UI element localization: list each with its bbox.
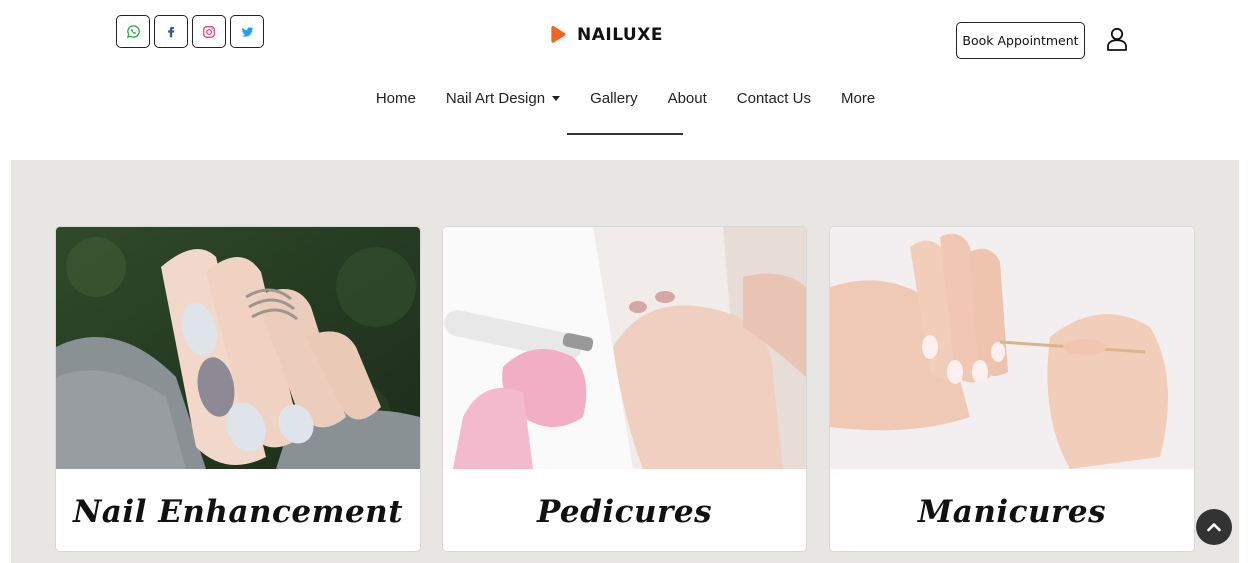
twitter-link[interactable] (230, 15, 264, 48)
instagram-icon (203, 25, 215, 38)
nav-home[interactable]: Home (376, 90, 416, 107)
nail-enhancement-photo (56, 227, 420, 469)
nav-active-indicator (567, 133, 683, 135)
facebook-icon (168, 26, 175, 38)
caret-down-icon (552, 96, 561, 101)
brand-name: NAILUXE (577, 25, 663, 45)
play-logo-icon (551, 25, 566, 43)
pedicures-photo (443, 227, 806, 469)
instagram-link[interactable] (192, 15, 226, 48)
whatsapp-icon (126, 25, 140, 39)
nav-about[interactable]: About (668, 90, 707, 107)
chevron-up-icon (1207, 523, 1221, 532)
nav-nail-art-design[interactable]: Nail Art Design (445, 90, 561, 107)
service-title: Pedicures (536, 494, 713, 530)
social-links (116, 15, 264, 48)
service-card-nail-enhancement[interactable]: Nail Enhancement (56, 227, 420, 551)
nav-gallery[interactable]: Gallery (590, 90, 638, 107)
service-card-manicures[interactable]: Manicures (830, 227, 1194, 551)
service-title: Nail Enhancement (72, 494, 404, 530)
whatsapp-link[interactable] (116, 15, 150, 48)
manicures-photo (830, 227, 1194, 469)
service-title: Manicures (917, 494, 1107, 530)
book-appointment-button[interactable]: Book Appointment (956, 22, 1085, 59)
nav-contact-us[interactable]: Contact Us (737, 90, 811, 107)
main-nav: Home Nail Art Design Gallery About Conta… (0, 90, 1249, 107)
service-card-pedicures[interactable]: Pedicures (443, 227, 806, 551)
nav-nail-art-design-label: Nail Art Design (445, 90, 546, 107)
nav-more[interactable]: More (841, 90, 875, 107)
scroll-to-top-button[interactable] (1196, 509, 1232, 545)
user-icon[interactable] (1105, 26, 1129, 52)
twitter-icon (241, 26, 253, 37)
brand-logo[interactable]: NAILUXE (547, 24, 663, 46)
facebook-link[interactable] (154, 15, 188, 48)
